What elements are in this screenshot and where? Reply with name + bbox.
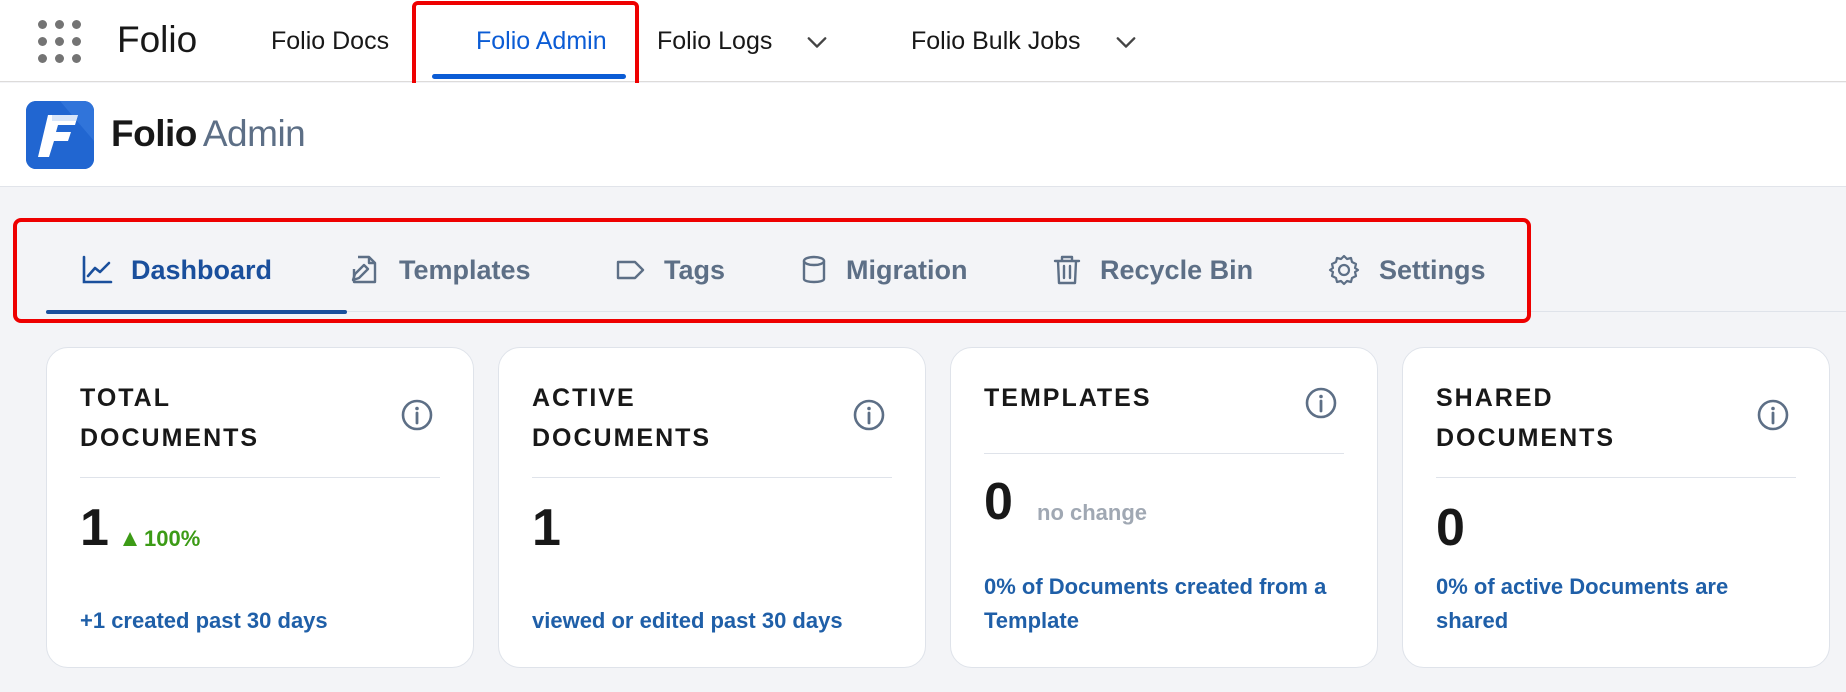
card-footer-link[interactable]: +1 created past 30 days (80, 604, 443, 638)
nav-tab-folio-logs[interactable]: Folio Logs (657, 0, 828, 82)
trash-icon (1053, 255, 1081, 285)
tab-tags[interactable]: Tags (614, 228, 725, 312)
app-title-main: Folio (111, 113, 197, 154)
app-logo (26, 101, 94, 169)
database-icon (802, 255, 826, 284)
chevron-down-icon[interactable] (1115, 30, 1137, 52)
gear-icon (1328, 254, 1360, 286)
card-header: Templates (984, 378, 1344, 454)
edit-document-icon (351, 255, 377, 284)
app-launcher-grid-icon[interactable] (38, 20, 82, 64)
tab-templates[interactable]: Templates (349, 228, 531, 312)
app-title-sub: Admin (202, 113, 306, 154)
line-chart-icon (82, 255, 113, 284)
up-triangle-icon (123, 532, 137, 546)
change-text: no change (1037, 500, 1148, 525)
metric-value: 0 (984, 473, 1013, 531)
delta-value: 100% (144, 526, 201, 551)
card-title: Active Documents (532, 384, 712, 452)
info-icon[interactable] (1304, 386, 1338, 420)
info-icon[interactable] (400, 398, 434, 432)
card-shared-documents: Shared Documents 0 0% of active Document… (1402, 347, 1830, 668)
tab-label: Dashboard (131, 254, 273, 285)
active-tab-underline (46, 310, 347, 314)
nav-tab-label: Folio Docs (271, 26, 390, 55)
app-name: Folio (117, 19, 198, 60)
card-footer-link[interactable]: 0% of Documents created from a Template (984, 570, 1347, 638)
card-title: Shared Documents (1436, 384, 1616, 452)
card-title: Total Documents (80, 384, 260, 452)
tab-label: Settings (1379, 254, 1486, 285)
nav-tab-label: Folio Logs (657, 26, 773, 55)
tab-dashboard[interactable]: Dashboard (46, 228, 347, 314)
tab-label: Recycle Bin (1100, 254, 1254, 285)
app-header: Folio Admin (0, 83, 1846, 187)
card-total-documents: Total Documents 1 100% +1 created past 3… (46, 347, 474, 668)
metric-value: 1 (80, 499, 109, 557)
metric-value: 1 (532, 499, 561, 557)
admin-tabs: Dashboard Templates Tags Migration Recyc… (46, 228, 1846, 314)
card-templates: Templates 0 no change 0% of Documents cr… (950, 347, 1378, 668)
tab-migration[interactable]: Migration (800, 228, 968, 312)
card-footer-link[interactable]: viewed or edited past 30 days (532, 604, 895, 638)
tab-label: Tags (664, 254, 726, 285)
nav-tab-folio-admin[interactable]: Folio Admin (432, 0, 636, 82)
tab-recycle-bin[interactable]: Recycle Bin (1052, 228, 1253, 312)
info-icon[interactable] (852, 398, 886, 432)
tag-icon (616, 260, 645, 280)
card-header: Total Documents (80, 378, 440, 478)
tab-label: Templates (399, 254, 531, 285)
nav-tab-folio-bulk-jobs[interactable]: Folio Bulk Jobs (911, 0, 1137, 82)
app-title: Folio Admin (111, 113, 306, 155)
metric-value: 0 (1436, 499, 1465, 557)
card-title: Templates (984, 384, 1152, 412)
nav-tab-label: Folio Bulk Jobs (911, 26, 1081, 55)
active-tab-underline (432, 74, 626, 79)
card-active-documents: Active Documents 1 viewed or edited past… (498, 347, 926, 668)
nav-tab-label: Folio Admin (476, 26, 607, 55)
card-header: Active Documents (532, 378, 892, 478)
nav-tab-folio-docs[interactable]: Folio Docs (271, 0, 389, 82)
chevron-down-icon[interactable] (806, 30, 828, 52)
global-nav: Folio Folio Docs Folio Admin Folio Logs … (0, 0, 1846, 82)
info-icon[interactable] (1756, 398, 1790, 432)
card-footer-link[interactable]: 0% of active Documents are shared (1436, 570, 1799, 638)
tab-settings[interactable]: Settings (1327, 228, 1486, 312)
delta-badge: 100% (123, 526, 200, 552)
tab-label: Migration (846, 254, 968, 285)
card-header: Shared Documents (1436, 378, 1796, 478)
